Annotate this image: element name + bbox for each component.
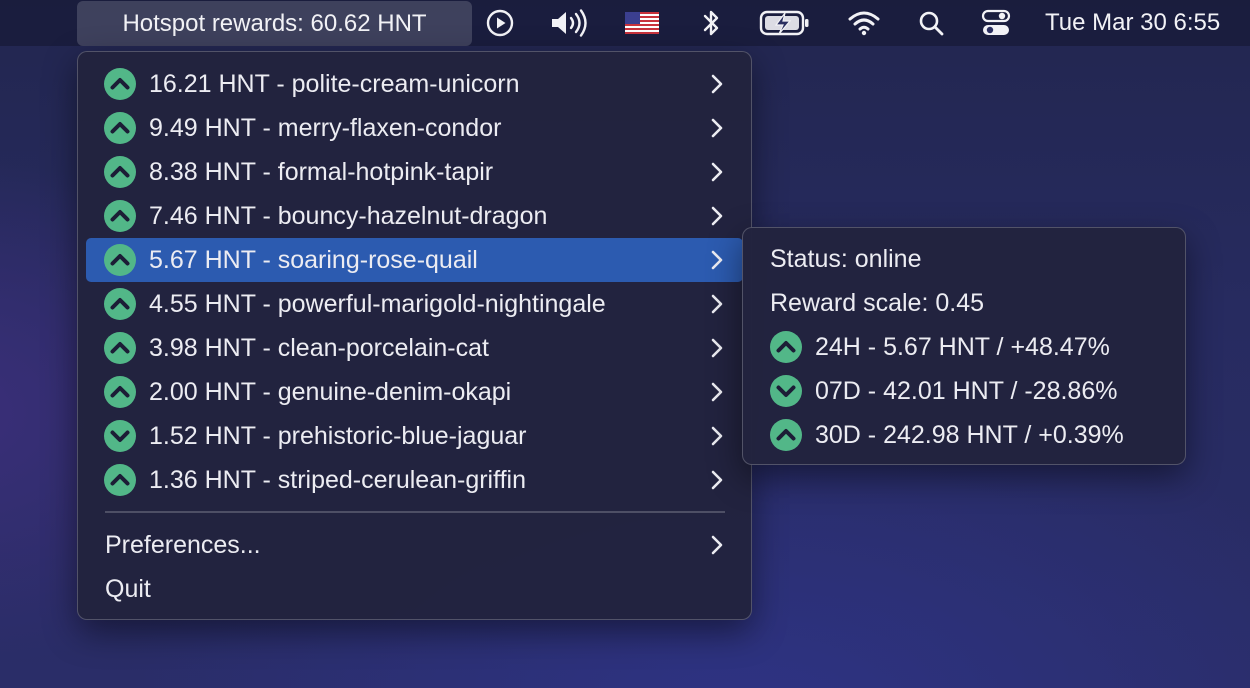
status-text: Status: online	[770, 244, 922, 273]
trend-up-icon	[770, 331, 802, 363]
hotspot-label: 16.21 HNT - polite-cream-unicorn	[149, 69, 520, 98]
hotspot-label: 3.98 HNT - clean-porcelain-cat	[149, 333, 489, 362]
hotspot-menu-item[interactable]: 7.46 HNT - bouncy-hazelnut-dragon	[86, 194, 743, 238]
hotspot-label: 9.49 HNT - merry-flaxen-condor	[149, 113, 502, 142]
hotspot-menu-item[interactable]: 1.36 HNT - striped-cerulean-griffin	[86, 458, 743, 502]
chevron-right-icon	[711, 426, 723, 446]
quit-menu-item[interactable]: Quit	[86, 567, 743, 611]
chevron-right-icon	[711, 162, 723, 182]
hotspot-menu-item[interactable]: 1.52 HNT - prehistoric-blue-jaguar	[86, 414, 743, 458]
hotspot-rewards-menu: Preferences... Quit 16.21 HNT - polite-c…	[77, 51, 752, 620]
chevron-right-icon	[711, 118, 723, 138]
reward-period-label: 07D - 42.01 HNT / -28.86%	[815, 376, 1118, 405]
trend-up-icon	[104, 376, 136, 408]
hotspot-label: 4.55 HNT - powerful-marigold-nightingale	[149, 289, 606, 318]
chevron-right-icon	[711, 535, 723, 555]
hotspot-details-submenu: Status: online Reward scale: 0.45 24H - …	[742, 227, 1186, 465]
quit-label: Quit	[105, 574, 151, 603]
us-flag-icon[interactable]	[624, 0, 660, 46]
hotspot-label: 2.00 HNT - genuine-denim-okapi	[149, 377, 512, 406]
trend-up-icon	[104, 288, 136, 320]
battery-charging-icon[interactable]	[758, 0, 812, 46]
trend-down-icon	[104, 420, 136, 452]
reward-scale-text: Reward scale: 0.45	[770, 288, 985, 317]
menu-separator	[105, 511, 725, 513]
trend-up-icon	[104, 244, 136, 276]
trend-up-icon	[104, 464, 136, 496]
bluetooth-icon[interactable]	[699, 0, 723, 46]
trend-up-icon	[104, 156, 136, 188]
chevron-right-icon	[711, 206, 723, 226]
hotspot-menu-item[interactable]: 5.67 HNT - soaring-rose-quail	[86, 238, 743, 282]
reward-period-item: 07D - 42.01 HNT / -28.86%	[770, 369, 1117, 413]
hotspot-menu-item[interactable]: 9.49 HNT - merry-flaxen-condor	[86, 106, 743, 150]
reward-period-item: 30D - 242.98 HNT / +0.39%	[770, 413, 1124, 457]
chevron-right-icon	[711, 74, 723, 94]
trend-up-icon	[104, 200, 136, 232]
trend-up-icon	[104, 332, 136, 364]
wifi-icon[interactable]	[846, 0, 882, 46]
trend-up-icon	[104, 68, 136, 100]
chevron-right-icon	[711, 294, 723, 314]
trend-down-icon	[770, 375, 802, 407]
hotspot-label: 1.36 HNT - striped-cerulean-griffin	[149, 465, 527, 494]
control-center-icon[interactable]	[980, 0, 1012, 46]
hotspot-label: 7.46 HNT - bouncy-hazelnut-dragon	[149, 201, 548, 230]
trend-up-icon	[770, 419, 802, 451]
play-circle-icon[interactable]	[484, 0, 516, 46]
preferences-label: Preferences...	[105, 530, 261, 559]
hotspot-menu-item[interactable]: 4.55 HNT - powerful-marigold-nightingale	[86, 282, 743, 326]
clock[interactable]: Tue Mar 30 6:55	[1045, 0, 1220, 46]
hotspot-menu-item[interactable]: 16.21 HNT - polite-cream-unicorn	[86, 62, 743, 106]
chevron-right-icon	[711, 470, 723, 490]
hotspot-rewards-menu-title[interactable]: Hotspot rewards: 60.62 HNT	[77, 1, 472, 46]
hotspot-menu-item[interactable]: 2.00 HNT - genuine-denim-okapi	[86, 370, 743, 414]
volume-icon[interactable]	[548, 0, 590, 46]
hotspot-label: 5.67 HNT - soaring-rose-quail	[149, 245, 478, 274]
hotspot-label: 8.38 HNT - formal-hotpink-tapir	[149, 157, 494, 186]
reward-period-label: 24H - 5.67 HNT / +48.47%	[815, 332, 1110, 361]
reward-period-label: 30D - 242.98 HNT / +0.39%	[815, 420, 1124, 449]
hotspot-label: 1.52 HNT - prehistoric-blue-jaguar	[149, 421, 527, 450]
search-icon[interactable]	[917, 0, 945, 46]
hotspot-menu-item[interactable]: 8.38 HNT - formal-hotpink-tapir	[86, 150, 743, 194]
chevron-right-icon	[711, 382, 723, 402]
hotspot-menu-item[interactable]: 3.98 HNT - clean-porcelain-cat	[86, 326, 743, 370]
chevron-right-icon	[711, 338, 723, 358]
reward-period-item: 24H - 5.67 HNT / +48.47%	[770, 325, 1110, 369]
preferences-menu-item[interactable]: Preferences...	[86, 523, 743, 567]
menu-bar: Hotspot rewards: 60.62 HNT Tue Mar 30 6:…	[0, 0, 1250, 46]
trend-up-icon	[104, 112, 136, 144]
chevron-right-icon	[711, 250, 723, 270]
